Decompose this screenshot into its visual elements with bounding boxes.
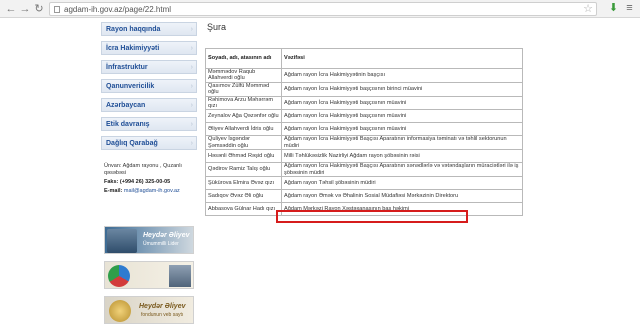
chevron-right-icon: › (190, 26, 193, 33)
staff-position: Ağdam rayon İcra Hakimiyyəti başçısının … (281, 81, 523, 97)
staff-position: Ağdam rayon İcra Hakimiyyəti başçısının … (281, 95, 523, 111)
page-title: Şura (207, 22, 227, 32)
table-header-name: Soyadı, adı, atasının adı (205, 48, 282, 69)
staff-name: Qasımov Zülfü Məmməd oğlu (205, 81, 282, 97)
contact-email-link[interactable]: mail@agdam-ih.gov.az (124, 188, 180, 194)
state-emblem-icon (108, 265, 130, 287)
staff-position: Ağdam rayon İcra Hakimiyyəti başçısının … (281, 109, 523, 124)
chevron-right-icon: › (190, 121, 193, 128)
table-row: Əliyev Allahverdi İdris oğlu Ağdam rayon … (205, 122, 523, 137)
table-row: Qədirov Ramiz Talış oğlu Ağdam rayon İcra… (205, 162, 523, 178)
staff-name: Sadıqov Əvəz Əli oğlu (205, 189, 282, 204)
bookmark-star-icon[interactable]: ☆ (583, 3, 593, 15)
staff-position: Ağdam rayon İcra Hakimiyyəti Başçısı Apa… (281, 135, 523, 151)
table-row: Qasımov Zülfü Məmməd oğlu Ağdam rayon İcr… (205, 81, 523, 97)
sidebar-item-label: Rayon haqqında (106, 26, 161, 33)
heydar-aliyev-banner[interactable]: Heydər Əliyev Ümummilli Lider (104, 226, 194, 254)
sidebar-menu: Rayon haqqında › İcra Hakimiyyəti › İnfras… (101, 22, 197, 155)
staff-name: Rəhimova Arzu Məhərrəm qızı (205, 95, 282, 111)
staff-name: Əliyev Allahverdi İdris oğlu (205, 122, 282, 137)
staff-name: Zeynalov Ağa Qəzənfər oğlu (205, 109, 282, 124)
sidebar-item-rayon-haqqinda[interactable]: Rayon haqqında › (101, 22, 197, 36)
contact-fax: Faks: (+994 26) 325-00-05 (104, 179, 171, 185)
sidebar-item-icra-hakimiyyeti[interactable]: İcra Hakimiyyəti › (101, 41, 197, 55)
page-icon (54, 6, 60, 13)
contact-address: Ünvan: Ağdam rayonu , Quzanlı qəsəbəsi (104, 163, 182, 176)
staff-position: Ağdam rayon Təhsil şöbəsinin müdiri (281, 176, 523, 191)
chevron-right-icon: › (190, 64, 193, 71)
staff-table: Soyadı, adı, atasının adı Vəzifəsi Məmmə… (205, 48, 523, 217)
president-banner[interactable] (104, 261, 194, 289)
back-icon[interactable]: ← (5, 3, 17, 15)
address-bar[interactable]: agdam-ih.gov.az/page/22.html ☆ (49, 2, 597, 16)
staff-position: Ağdam rayon İcra Hakimiyyəti başçısının … (281, 122, 523, 137)
table-row: Məmmədov Raqub Allahverdi oğlu Ağdam rayo… (205, 68, 523, 83)
staff-name: Məmmədov Raqub Allahverdi oğlu (205, 68, 282, 83)
main-content: Şura Soyadı, adı, atasının adı Vəzifəsi … (205, 22, 523, 223)
staff-position: Ağdam Mərkəzi Rayon Xəstəxanasının baş h… (281, 202, 523, 217)
sidebar-item-label: Etik davranış (106, 121, 150, 128)
sidebar-item-label: İcra Hakimiyyəti (106, 45, 160, 52)
menu-icon[interactable]: ≡ (624, 3, 635, 14)
sidebar-item-label: Dağlıq Qarabağ (106, 140, 158, 147)
heydar-aliyev-foundation-banner[interactable]: Heydər Əliyev fondunun veb saytı (104, 296, 194, 324)
table-row: Zeynalov Ağa Qəzənfər oğlu Ağdam rayon İc… (205, 109, 523, 124)
sidebar-item-qanunvericilik[interactable]: Qanunvericilik › (101, 79, 197, 93)
banner-title: Heydər Əliyev (139, 303, 186, 310)
staff-position: Ağdam rayon Əmək və Əhalinin Sosial Müda… (281, 189, 523, 204)
browser-toolbar: ← → ↻ agdam-ih.gov.az/page/22.html ☆ ⬇ ≡ (0, 0, 640, 18)
sidebar-item-label: İnfrastruktur (106, 64, 148, 71)
president-photo (169, 265, 191, 287)
foundation-emblem-icon (109, 300, 131, 322)
chevron-right-icon: › (190, 45, 193, 52)
table-header-position: Vəzifəsi (281, 48, 523, 69)
forward-icon[interactable]: → (19, 3, 31, 15)
table-row: Sadıqov Əvəz Əli oğlu Ağdam rayon Əmək və… (205, 189, 523, 204)
sidebar-item-dagliq-qarabag[interactable]: Dağlıq Qarabağ › (101, 136, 197, 150)
table-row: Şükürova Elmira Əvəz qızı Ağdam rayon Təh… (205, 176, 523, 191)
table-row: Həsənli Əhməd Rəşid oğlu Milli Təhlükəsiz… (205, 149, 523, 164)
sidebar-item-infrastruktur[interactable]: İnfrastruktur › (101, 60, 197, 74)
staff-name: Qədirov Ramiz Talış oğlu (205, 162, 282, 178)
staff-position: Milli Təhlükəsizlik Nazirliyi Ağdam rayo… (281, 149, 523, 164)
table-row: Abbasova Gülnar Hadı qızı Ağdam Mərkəzi R… (205, 202, 523, 217)
sidebar-item-label: Azərbaycan (106, 102, 146, 109)
chevron-right-icon: › (190, 140, 193, 147)
staff-name: Abbasova Gülnar Hadı qızı (205, 202, 282, 217)
staff-name: Həsənli Əhməd Rəşid oğlu (205, 149, 282, 164)
sidebar-item-label: Qanunvericilik (106, 83, 155, 90)
portrait-image (107, 229, 137, 253)
table-row: Quliyev İsgəndər Şəmsəddin oğlu Ağdam ray… (205, 135, 523, 151)
staff-position: Ağdam rayon İcra Hakimiyyətinin başçısı (281, 68, 523, 83)
sidebar-item-azerbaycan[interactable]: Azərbaycan › (101, 98, 197, 112)
reload-icon[interactable]: ↻ (33, 3, 45, 15)
banner-subtitle: fondunun veb saytı (141, 312, 184, 318)
page-content: Rayon haqqında › İcra Hakimiyyəti › İnfras… (0, 18, 640, 325)
download-arrow-icon[interactable]: ⬇ (608, 3, 619, 14)
banner-title: Heydər Əliyev (143, 232, 190, 239)
chevron-right-icon: › (190, 102, 193, 109)
contact-email-label: E-mail: (104, 188, 123, 194)
contact-info: Ünvan: Ağdam rayonu , Quzanlı qəsəbəsi F… (104, 163, 196, 195)
table-row: Rəhimova Arzu Məhərrəm qızı Ağdam rayon İ… (205, 95, 523, 111)
url-text: agdam-ih.gov.az/page/22.html (64, 5, 172, 14)
sidebar-item-etik-davranis[interactable]: Etik davranış › (101, 117, 197, 131)
banner-subtitle: Ümummilli Lider (143, 241, 179, 247)
staff-position: Ağdam rayon İcra Hakimiyyəti Başçısı Apa… (281, 162, 523, 178)
staff-name: Quliyev İsgəndər Şəmsəddin oğlu (205, 135, 282, 151)
staff-name: Şükürova Elmira Əvəz qızı (205, 176, 282, 191)
chevron-right-icon: › (190, 83, 193, 90)
